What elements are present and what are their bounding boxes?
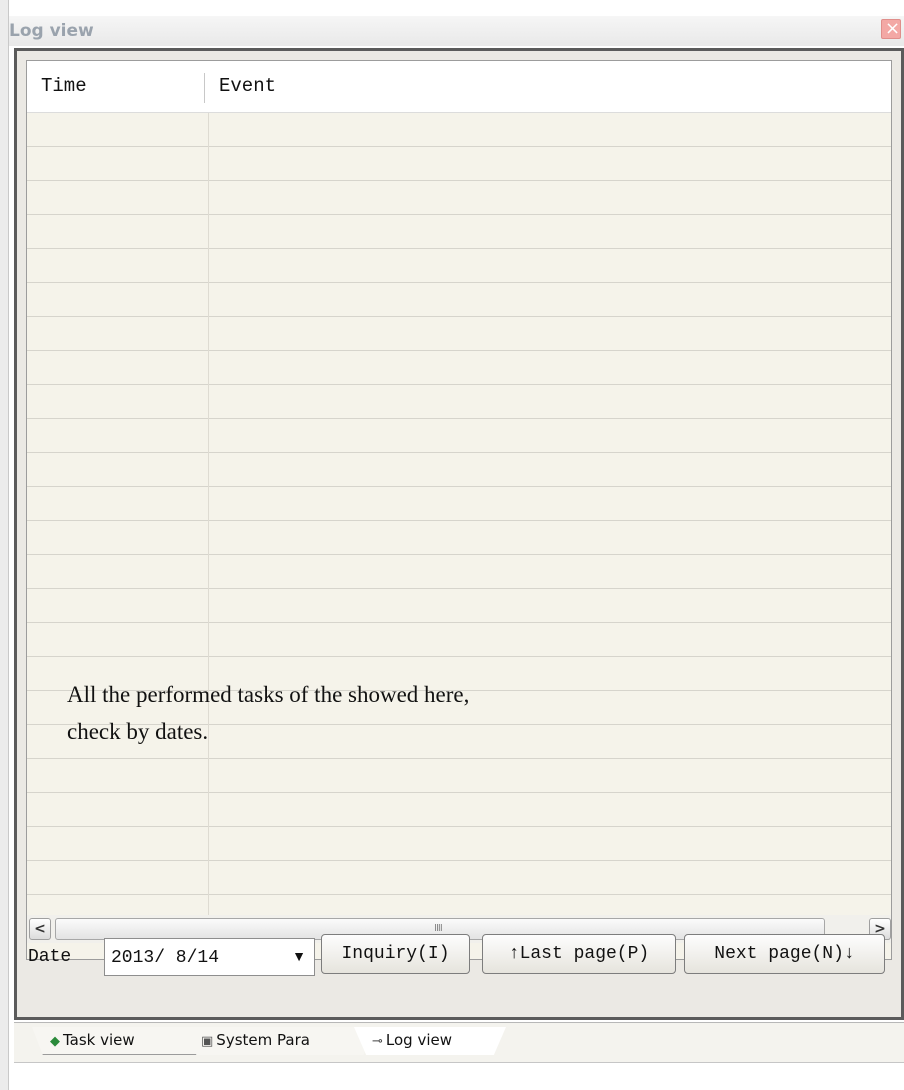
- view-tabs: ◆ Task view ▣ System Para ⊸ Log view: [14, 1022, 904, 1062]
- next-page-button[interactable]: Next page(N)↓: [684, 934, 885, 974]
- log-panel: Time Event All the performed tasks of th…: [14, 48, 904, 1020]
- column-divider: [208, 113, 209, 915]
- date-picker[interactable]: 2013/ 8/14 ▼: [104, 938, 315, 976]
- inquiry-button[interactable]: Inquiry(I): [321, 934, 470, 974]
- grid-rows[interactable]: [27, 113, 891, 915]
- task-icon: ◆: [50, 1034, 60, 1049]
- left-edge-strip: [0, 0, 9, 1090]
- grid-header: Time Event: [27, 61, 891, 113]
- log-icon: ⊸: [372, 1034, 383, 1049]
- date-label: Date: [28, 947, 72, 967]
- tab-task-view[interactable]: ◆ Task view: [32, 1027, 212, 1055]
- tab-system-label: System Para: [216, 1031, 310, 1049]
- header-separator[interactable]: [204, 73, 205, 103]
- scroll-left-button[interactable]: <: [29, 918, 51, 940]
- scroll-grip-icon: IIII: [434, 923, 443, 934]
- window-title: Log view: [9, 21, 94, 41]
- log-grid: Time Event All the performed tasks of th…: [26, 60, 892, 960]
- tab-task-label: Task view: [63, 1031, 135, 1049]
- annotation-text: All the performed tasks of the showed he…: [67, 676, 469, 750]
- last-page-button[interactable]: ↑Last page(P): [482, 934, 676, 974]
- close-icon[interactable]: ×: [881, 18, 901, 39]
- column-header-event[interactable]: Event: [219, 75, 276, 97]
- annotation-line-1: All the performed tasks of the showed he…: [67, 682, 470, 707]
- date-value[interactable]: 2013/ 8/14: [111, 948, 219, 968]
- annotation-line-2: check by dates.: [67, 719, 209, 744]
- tab-log-view[interactable]: ⊸ Log view: [354, 1027, 506, 1055]
- chevron-down-icon[interactable]: ▼: [292, 948, 306, 964]
- column-header-time[interactable]: Time: [41, 75, 87, 97]
- tab-log-label: Log view: [385, 1031, 453, 1049]
- title-bar: Log view ×: [9, 16, 904, 46]
- bottom-divider: [14, 1062, 904, 1063]
- tab-system-para[interactable]: ▣ System Para: [185, 1027, 375, 1055]
- system-icon: ▣: [201, 1034, 214, 1049]
